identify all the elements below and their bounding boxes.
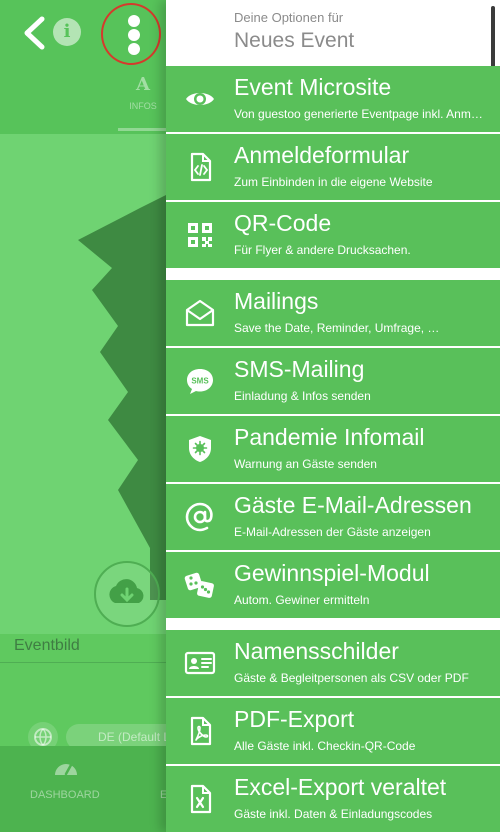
options-header: Deine Optionen für Neues Event xyxy=(166,0,500,66)
upload-image-button[interactable] xyxy=(94,561,160,627)
options-title: Neues Event xyxy=(234,29,355,52)
menu-item-subtitle: E-Mail-Adressen der Gäste anzeigen xyxy=(234,525,431,539)
options-subtitle: Deine Optionen für xyxy=(234,10,344,25)
menu-item-subtitle: Autom. Gewiner ermitteln xyxy=(234,593,370,607)
pdf-file-icon xyxy=(190,716,212,746)
cloud-upload-icon xyxy=(109,579,144,603)
menu-item-subtitle: Von guestoo generierte Eventpage inkl. A… xyxy=(234,107,483,121)
code-file-icon xyxy=(190,152,212,182)
nav-dashboard-label[interactable]: DASHBOARD xyxy=(30,789,100,801)
menu-item-gaeste-email-adressen[interactable]: Gäste E-Mail-Adressen E-Mail-Adressen de… xyxy=(166,484,500,550)
menu-item-mailings[interactable]: Mailings Save the Date, Reminder, Umfrag… xyxy=(166,280,500,346)
excel-file-icon xyxy=(190,784,212,814)
menu-item-anmeldeformular[interactable]: Anmeldeformular Zum Einbinden in die eig… xyxy=(166,134,500,200)
dashboard-icon[interactable] xyxy=(52,756,80,778)
menu-item-subtitle: Zum Einbinden in die eigene Website xyxy=(234,175,433,189)
menu-item-subtitle: Einladung & Infos senden xyxy=(234,389,371,403)
options-panel: Deine Optionen für Neues Event Event Mic… xyxy=(166,0,500,832)
menu-item-subtitle: Gäste inkl. Daten & Einladungscodes xyxy=(234,807,433,821)
menu-item-title: Pandemie Infomail xyxy=(234,424,425,450)
menu-item-title: Event Microsite xyxy=(234,74,392,100)
menu-item-subtitle: Gäste & Begleitpersonen als CSV oder PDF xyxy=(234,671,469,685)
menu-item-title: Gäste E-Mail-Adressen xyxy=(234,492,472,518)
sms-icon: SMS xyxy=(187,369,213,394)
eventbild-label: Eventbild xyxy=(14,637,80,654)
svg-text:SMS: SMS xyxy=(191,377,209,386)
eye-icon xyxy=(186,93,214,105)
menu-item-title: Excel-Export veraltet xyxy=(234,774,447,800)
envelope-open-icon xyxy=(185,299,215,327)
menu-item-title: SMS-Mailing xyxy=(234,356,365,382)
menu-item-title: Anmeldeformular xyxy=(234,142,410,168)
at-sign-icon xyxy=(185,502,213,532)
qr-code-icon xyxy=(188,223,212,247)
menu-item-pdf-export[interactable]: PDF-Export Alle Gäste inkl. Checkin-QR-C… xyxy=(166,698,500,764)
menu-item-qr-code[interactable]: QR-Code Für Flyer & andere Drucksachen. xyxy=(166,202,500,268)
menu-item-title: Mailings xyxy=(234,288,319,314)
menu-item-title: QR-Code xyxy=(234,210,332,236)
shield-virus-icon xyxy=(189,436,211,462)
menu-item-event-microsite[interactable]: Event Microsite Von guestoo generierte E… xyxy=(166,66,500,132)
menu-item-namensschilder[interactable]: Namensschilder Gäste & Begleitpersonen a… xyxy=(166,630,500,696)
menu-item-subtitle: Für Flyer & andere Drucksachen. xyxy=(234,243,411,257)
dice-icon xyxy=(184,572,214,598)
menu-item-gewinnspiel-modul[interactable]: Gewinnspiel-Modul Autom. Gewiner ermitte… xyxy=(166,552,500,618)
menu-item-subtitle: Save the Date, Reminder, Umfrage, … xyxy=(234,321,440,335)
menu-item-sms-mailing[interactable]: SMS SMS-Mailing Einladung & Infos senden xyxy=(166,348,500,414)
menu-item-excel-export[interactable]: Excel-Export veraltet Gäste inkl. Daten … xyxy=(166,766,500,832)
menu-item-title: Gewinnspiel-Modul xyxy=(234,560,430,586)
menu-item-title: Namensschilder xyxy=(234,638,399,664)
menu-item-subtitle: Warnung an Gäste senden xyxy=(234,457,377,471)
menu-item-subtitle: Alle Gäste inkl. Checkin-QR-Code xyxy=(234,739,416,753)
menu-item-pandemie-infomail[interactable]: Pandemie Infomail Warnung an Gäste sende… xyxy=(166,416,500,482)
menu-item-title: PDF-Export xyxy=(234,706,355,732)
id-card-icon xyxy=(184,651,216,675)
